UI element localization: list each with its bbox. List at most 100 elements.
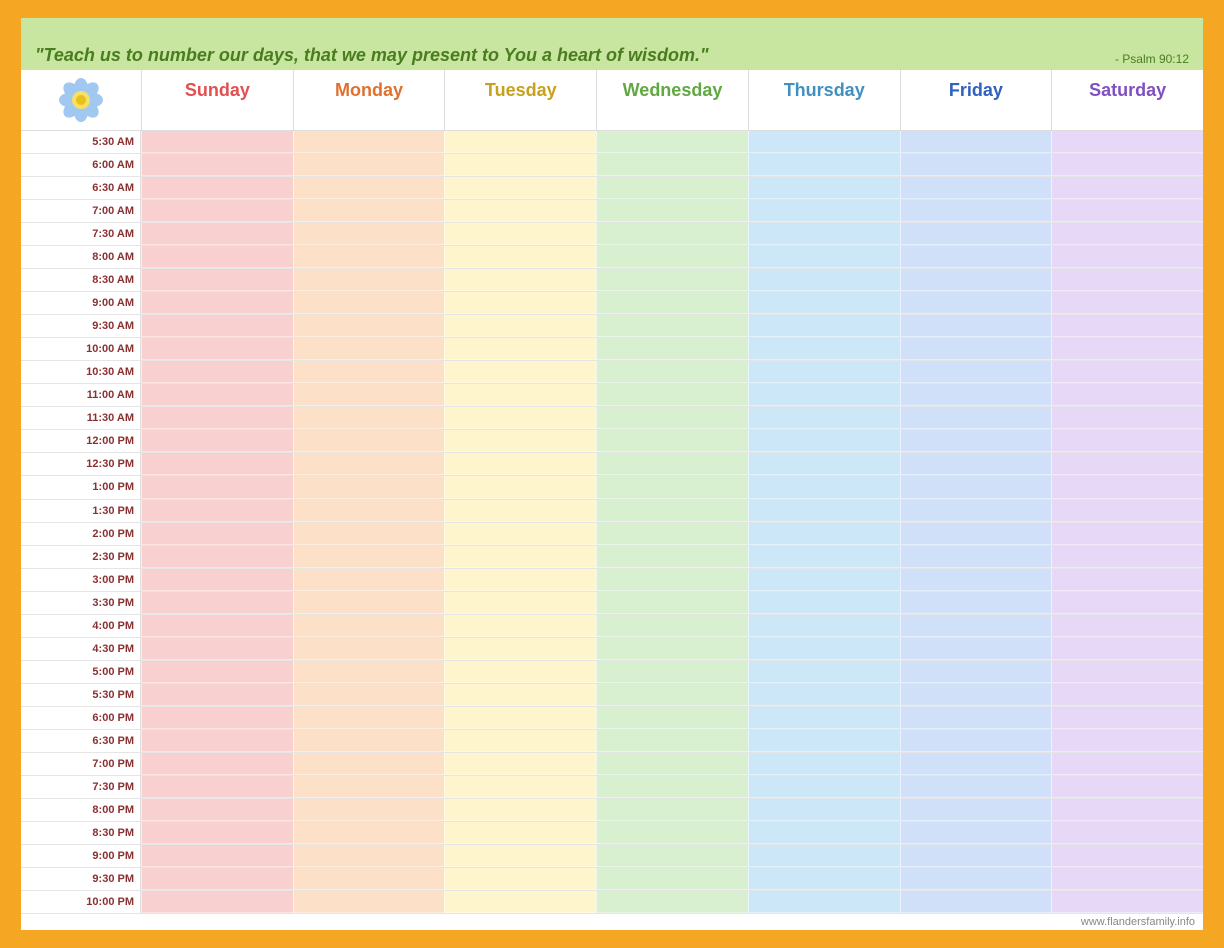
day-cell-wednesday[interactable] (596, 500, 748, 522)
day-cell-wednesday[interactable] (596, 546, 748, 568)
day-cell-tuesday[interactable] (444, 730, 596, 752)
day-cell-monday[interactable] (293, 476, 445, 498)
day-cell-saturday[interactable] (1051, 638, 1203, 660)
day-cell-wednesday[interactable] (596, 177, 748, 199)
day-cell-wednesday[interactable] (596, 453, 748, 475)
day-cell-friday[interactable] (900, 246, 1052, 268)
day-cell-tuesday[interactable] (444, 453, 596, 475)
day-cell-wednesday[interactable] (596, 776, 748, 798)
day-cell-friday[interactable] (900, 799, 1052, 821)
day-cell-monday[interactable] (293, 592, 445, 614)
day-cell-friday[interactable] (900, 845, 1052, 867)
day-cell-monday[interactable] (293, 500, 445, 522)
day-cell-thursday[interactable] (748, 638, 900, 660)
day-cell-sunday[interactable] (141, 707, 293, 729)
day-cell-sunday[interactable] (141, 223, 293, 245)
day-cell-sunday[interactable] (141, 822, 293, 844)
day-cell-wednesday[interactable] (596, 822, 748, 844)
day-cell-thursday[interactable] (748, 453, 900, 475)
day-cell-saturday[interactable] (1051, 776, 1203, 798)
day-cell-thursday[interactable] (748, 845, 900, 867)
day-cell-tuesday[interactable] (444, 638, 596, 660)
day-cell-thursday[interactable] (748, 523, 900, 545)
day-cell-saturday[interactable] (1051, 891, 1203, 913)
day-cell-saturday[interactable] (1051, 569, 1203, 591)
day-cell-wednesday[interactable] (596, 338, 748, 360)
day-cell-sunday[interactable] (141, 684, 293, 706)
day-cell-wednesday[interactable] (596, 845, 748, 867)
day-cell-tuesday[interactable] (444, 430, 596, 452)
day-cell-sunday[interactable] (141, 868, 293, 890)
day-cell-saturday[interactable] (1051, 177, 1203, 199)
day-cell-friday[interactable] (900, 315, 1052, 337)
day-cell-wednesday[interactable] (596, 269, 748, 291)
day-cell-saturday[interactable] (1051, 292, 1203, 314)
day-cell-wednesday[interactable] (596, 430, 748, 452)
day-cell-thursday[interactable] (748, 430, 900, 452)
day-cell-monday[interactable] (293, 638, 445, 660)
day-cell-thursday[interactable] (748, 707, 900, 729)
day-cell-sunday[interactable] (141, 661, 293, 683)
day-cell-friday[interactable] (900, 592, 1052, 614)
day-cell-sunday[interactable] (141, 177, 293, 199)
day-cell-sunday[interactable] (141, 638, 293, 660)
day-cell-monday[interactable] (293, 891, 445, 913)
day-cell-sunday[interactable] (141, 592, 293, 614)
day-cell-tuesday[interactable] (444, 845, 596, 867)
day-cell-saturday[interactable] (1051, 384, 1203, 406)
day-cell-thursday[interactable] (748, 338, 900, 360)
day-cell-thursday[interactable] (748, 868, 900, 890)
day-cell-thursday[interactable] (748, 246, 900, 268)
day-cell-wednesday[interactable] (596, 615, 748, 637)
day-cell-wednesday[interactable] (596, 891, 748, 913)
day-cell-thursday[interactable] (748, 569, 900, 591)
day-cell-saturday[interactable] (1051, 730, 1203, 752)
day-cell-tuesday[interactable] (444, 523, 596, 545)
day-cell-monday[interactable] (293, 546, 445, 568)
day-cell-saturday[interactable] (1051, 684, 1203, 706)
day-cell-tuesday[interactable] (444, 799, 596, 821)
day-cell-thursday[interactable] (748, 891, 900, 913)
day-cell-wednesday[interactable] (596, 315, 748, 337)
day-cell-saturday[interactable] (1051, 453, 1203, 475)
day-cell-friday[interactable] (900, 707, 1052, 729)
day-cell-tuesday[interactable] (444, 476, 596, 498)
day-cell-saturday[interactable] (1051, 200, 1203, 222)
day-cell-friday[interactable] (900, 269, 1052, 291)
day-cell-thursday[interactable] (748, 154, 900, 176)
day-cell-friday[interactable] (900, 730, 1052, 752)
day-cell-thursday[interactable] (748, 315, 900, 337)
day-cell-sunday[interactable] (141, 246, 293, 268)
day-cell-tuesday[interactable] (444, 200, 596, 222)
day-cell-friday[interactable] (900, 684, 1052, 706)
day-cell-sunday[interactable] (141, 269, 293, 291)
day-cell-thursday[interactable] (748, 661, 900, 683)
day-cell-tuesday[interactable] (444, 384, 596, 406)
day-cell-tuesday[interactable] (444, 338, 596, 360)
day-cell-monday[interactable] (293, 523, 445, 545)
day-cell-wednesday[interactable] (596, 246, 748, 268)
day-cell-thursday[interactable] (748, 177, 900, 199)
day-cell-thursday[interactable] (748, 407, 900, 429)
day-cell-sunday[interactable] (141, 361, 293, 383)
day-cell-thursday[interactable] (748, 546, 900, 568)
day-cell-thursday[interactable] (748, 500, 900, 522)
day-cell-monday[interactable] (293, 684, 445, 706)
day-cell-sunday[interactable] (141, 615, 293, 637)
day-cell-sunday[interactable] (141, 154, 293, 176)
day-cell-monday[interactable] (293, 315, 445, 337)
day-cell-wednesday[interactable] (596, 753, 748, 775)
day-cell-thursday[interactable] (748, 292, 900, 314)
day-cell-monday[interactable] (293, 453, 445, 475)
day-cell-tuesday[interactable] (444, 315, 596, 337)
day-cell-sunday[interactable] (141, 131, 293, 153)
day-cell-wednesday[interactable] (596, 154, 748, 176)
day-cell-monday[interactable] (293, 361, 445, 383)
day-cell-tuesday[interactable] (444, 891, 596, 913)
day-cell-tuesday[interactable] (444, 269, 596, 291)
day-cell-friday[interactable] (900, 822, 1052, 844)
day-cell-monday[interactable] (293, 223, 445, 245)
day-cell-saturday[interactable] (1051, 822, 1203, 844)
day-cell-monday[interactable] (293, 246, 445, 268)
day-cell-friday[interactable] (900, 154, 1052, 176)
